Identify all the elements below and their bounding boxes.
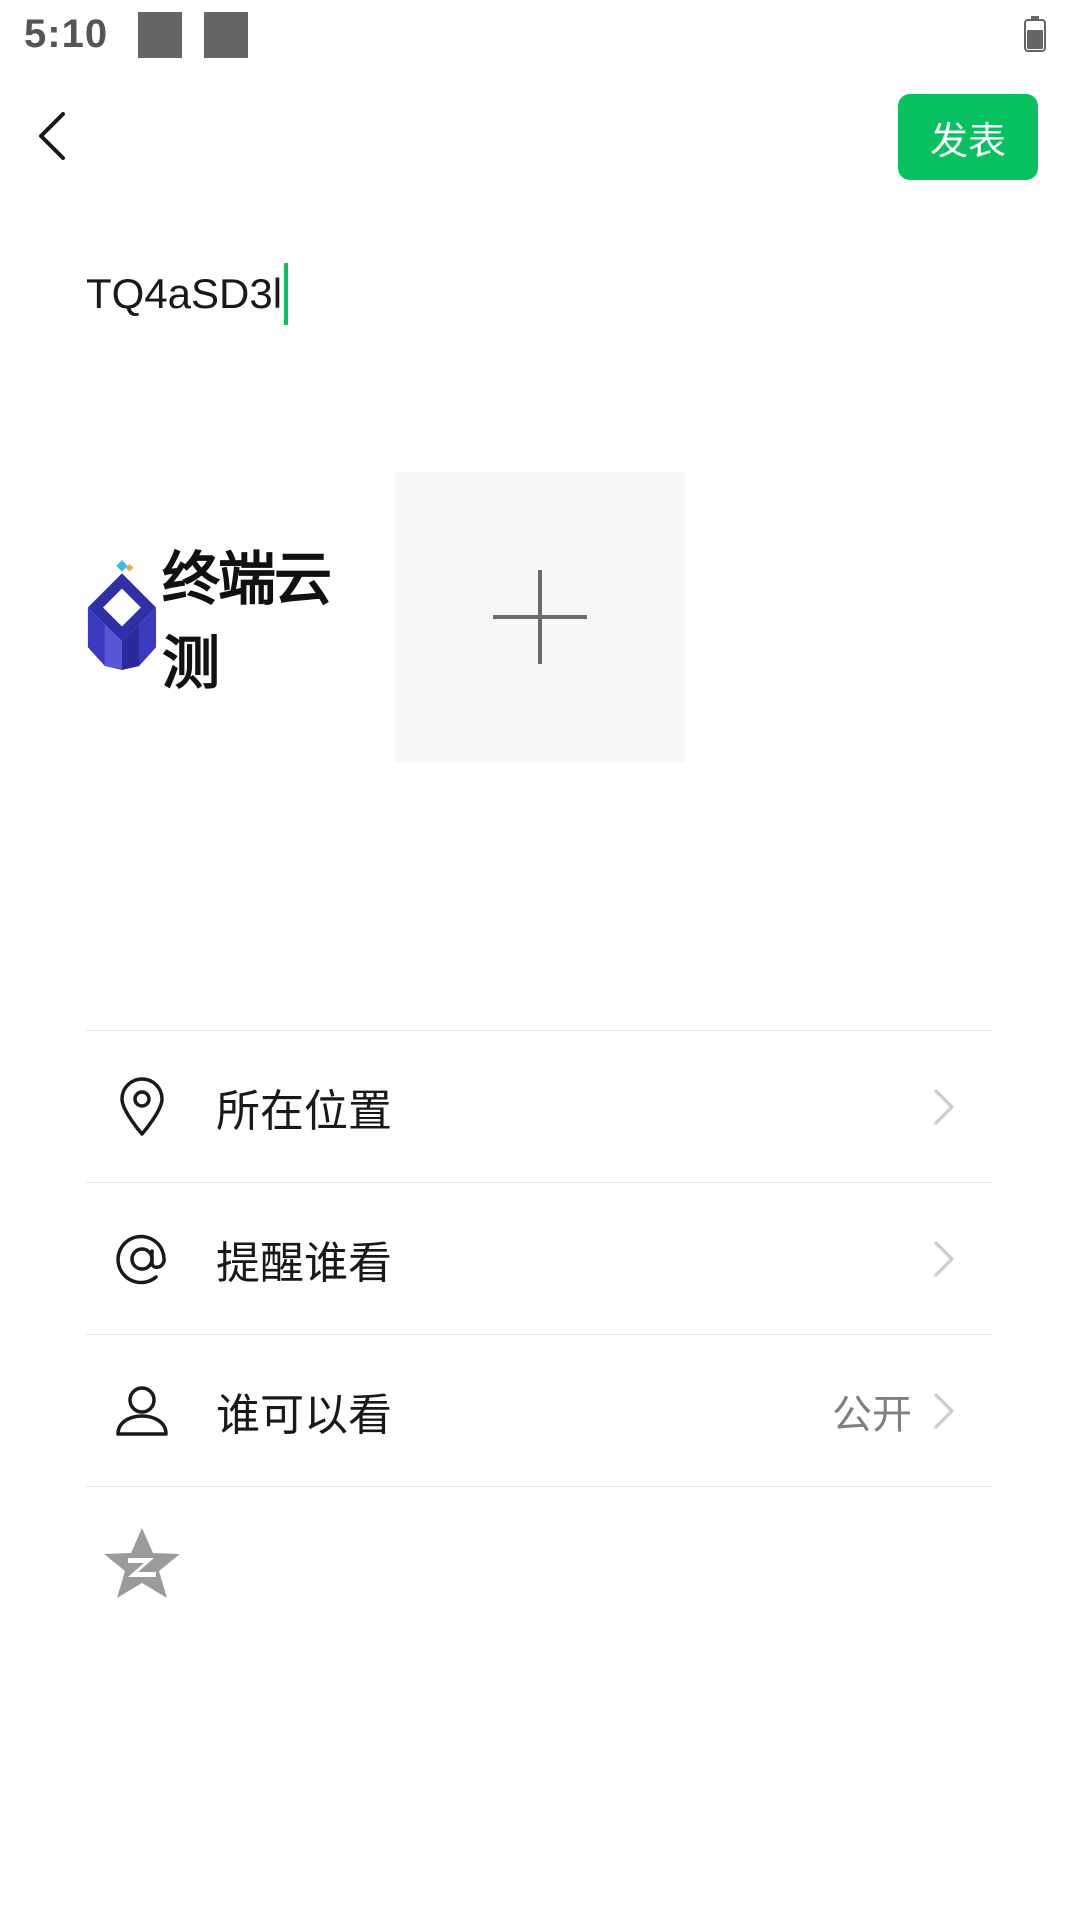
- option-label: 谁可以看: [216, 1389, 392, 1441]
- post-options-list: 所在位置 提醒谁看 谁可以看 公开: [86, 1030, 992, 1487]
- notification-icon: [204, 12, 248, 58]
- location-pin-icon: [112, 1076, 172, 1137]
- option-visibility[interactable]: 谁可以看 公开: [86, 1335, 992, 1486]
- plus-icon: [493, 570, 587, 664]
- post-text-input[interactable]: TQ4aSD3l: [86, 263, 289, 325]
- attached-image-thumbnail[interactable]: 终端云测: [86, 472, 374, 760]
- chevron-right-icon: [934, 1088, 954, 1125]
- person-icon: [112, 1381, 172, 1441]
- chevron-right-icon: [934, 1392, 954, 1429]
- diamond-logo-icon: [87, 560, 157, 670]
- qzone-star-icon[interactable]: [102, 1526, 182, 1602]
- battery-icon: [1024, 16, 1046, 52]
- add-image-button[interactable]: [395, 472, 685, 762]
- back-button[interactable]: [22, 106, 82, 166]
- visibility-value: 公开: [832, 1391, 912, 1438]
- notification-icon: [138, 12, 182, 58]
- status-time: 5:10: [24, 12, 109, 56]
- logo-text: 终端云测: [161, 545, 332, 697]
- option-mention[interactable]: 提醒谁看: [86, 1183, 992, 1334]
- at-sign-icon: [112, 1229, 172, 1289]
- chevron-right-icon: [934, 1240, 954, 1277]
- divider: [86, 1486, 992, 1487]
- status-bar: 5:10: [0, 0, 1080, 76]
- option-label: 提醒谁看: [216, 1237, 392, 1289]
- publish-button[interactable]: 发表: [898, 94, 1038, 180]
- option-label: 所在位置: [216, 1085, 392, 1137]
- text-caret: [284, 263, 289, 325]
- post-text-value: TQ4aSD3l: [86, 270, 283, 317]
- back-arrow-icon: [39, 112, 65, 160]
- option-location[interactable]: 所在位置: [86, 1031, 992, 1182]
